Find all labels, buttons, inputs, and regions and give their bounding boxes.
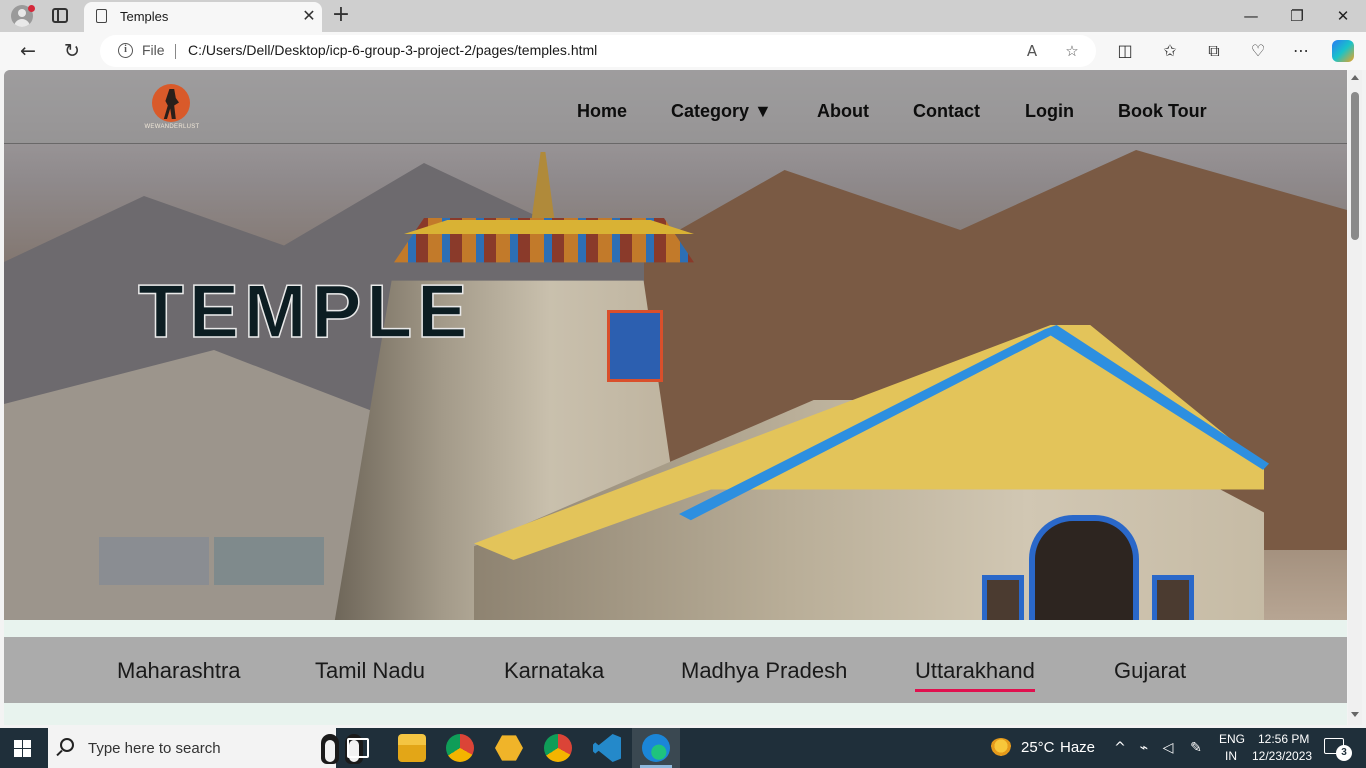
category-tamil-nadu[interactable]: Tamil Nadu bbox=[315, 658, 425, 684]
app-hexagon-icon[interactable] bbox=[495, 735, 523, 761]
clock-date[interactable]: 12/23/2023 bbox=[1252, 749, 1312, 763]
favorite-star-icon[interactable]: ☆ bbox=[1062, 41, 1082, 61]
browser-tab-temples[interactable]: Temples ✕ bbox=[84, 2, 322, 32]
favorites-icon[interactable]: ✩ bbox=[1159, 40, 1181, 62]
clock-time[interactable]: 12:56 PM bbox=[1258, 732, 1309, 746]
browser-essentials-icon[interactable]: ♡ bbox=[1247, 40, 1269, 62]
weather-condition[interactable]: Haze bbox=[1060, 739, 1095, 756]
search-icon bbox=[60, 738, 74, 752]
split-screen-icon[interactable]: ◫ bbox=[1114, 40, 1136, 62]
address-bar[interactable]: i File C:/Users/Dell/Desktop/icp-6-group… bbox=[100, 35, 1096, 67]
url-text[interactable]: C:/Users/Dell/Desktop/icp-6-group-3-proj… bbox=[188, 42, 597, 58]
taskbar-search[interactable]: Type here to search bbox=[48, 728, 363, 768]
temple-shrine bbox=[607, 310, 663, 382]
nav-book-tour[interactable]: Book Tour bbox=[1118, 101, 1207, 122]
hut bbox=[214, 537, 324, 585]
read-aloud-icon[interactable]: A bbox=[1022, 41, 1042, 61]
profile-notification-dot bbox=[28, 5, 35, 12]
page-scrollbar[interactable] bbox=[1348, 70, 1362, 725]
weather-temp[interactable]: 25°C bbox=[1021, 739, 1055, 756]
language-code[interactable]: ENG bbox=[1219, 732, 1245, 746]
minimize-button[interactable]: — bbox=[1236, 4, 1266, 28]
volume-muted-icon[interactable]: ◁ bbox=[1159, 738, 1177, 758]
copilot-icon[interactable] bbox=[1332, 40, 1354, 62]
restore-button[interactable]: ❐ bbox=[1282, 4, 1312, 28]
search-placeholder: Type here to search bbox=[88, 740, 221, 757]
tab-strip: Temples ✕ + — ❐ ✕ bbox=[0, 0, 1366, 32]
temple-side-door bbox=[982, 575, 1024, 620]
tab-title: Temples bbox=[120, 9, 169, 24]
chevron-up-icon[interactable]: ^ bbox=[1111, 738, 1129, 758]
tab-actions-icon[interactable] bbox=[52, 8, 68, 23]
page-file-icon bbox=[96, 9, 107, 23]
weather-haze-icon[interactable] bbox=[990, 738, 1012, 758]
category-strip: Maharashtra Tamil Nadu Karnataka Madhya … bbox=[4, 637, 1347, 703]
nav-category[interactable]: Category ▼ bbox=[671, 101, 772, 122]
category-maharashtra[interactable]: Maharashtra bbox=[117, 658, 241, 684]
new-tab-button[interactable]: + bbox=[330, 4, 352, 26]
logo-text: WEWANDERLUST bbox=[144, 124, 200, 130]
collections-icon[interactable]: ⧉ bbox=[1203, 40, 1225, 62]
windows-taskbar: Type here to search 25°C Haze ^ ⌁ ◁ ✎ EN… bbox=[0, 728, 1366, 768]
temple-door bbox=[1029, 515, 1139, 620]
windows-start-icon[interactable] bbox=[14, 740, 31, 757]
category-uttarakhand[interactable]: Uttarakhand bbox=[915, 658, 1035, 692]
chrome-icon[interactable] bbox=[446, 734, 474, 762]
more-icon[interactable]: ⋯ bbox=[1290, 40, 1312, 62]
scroll-up-icon[interactable] bbox=[1351, 75, 1359, 80]
file-explorer-icon[interactable] bbox=[398, 734, 426, 762]
nav-login[interactable]: Login bbox=[1025, 101, 1074, 122]
edge-icon[interactable] bbox=[642, 734, 670, 762]
penguin-icon bbox=[321, 734, 339, 764]
scheme-label: File bbox=[142, 42, 165, 58]
temple-spire bbox=[531, 152, 555, 224]
site-info-icon[interactable]: i bbox=[118, 43, 133, 58]
scroll-thumb[interactable] bbox=[1351, 92, 1359, 240]
hut bbox=[99, 537, 209, 585]
category-madhya-pradesh[interactable]: Madhya Pradesh bbox=[681, 658, 847, 684]
nav-about[interactable]: About bbox=[817, 101, 869, 122]
temple-side-door bbox=[1152, 575, 1194, 620]
close-window-button[interactable]: ✕ bbox=[1328, 4, 1358, 28]
address-divider bbox=[175, 44, 176, 59]
temple-tower-cap bbox=[404, 220, 694, 234]
reload-button[interactable]: ↻ bbox=[60, 39, 84, 63]
notification-count-badge: 3 bbox=[1336, 745, 1352, 761]
close-tab-icon[interactable]: ✕ bbox=[300, 6, 318, 26]
hero-title: TEMPLE bbox=[137, 268, 473, 354]
pen-icon[interactable]: ✎ bbox=[1187, 738, 1205, 758]
vscode-icon[interactable] bbox=[593, 734, 621, 762]
task-view-icon[interactable] bbox=[347, 738, 369, 758]
category-karnataka[interactable]: Karnataka bbox=[504, 658, 604, 684]
page-viewport: WEWANDERLUST Home Category ▼ About Conta… bbox=[4, 70, 1347, 725]
back-button[interactable]: ← bbox=[16, 39, 40, 63]
network-icon[interactable]: ⌁ bbox=[1135, 738, 1153, 758]
scroll-down-icon[interactable] bbox=[1351, 712, 1359, 717]
nav-home[interactable]: Home bbox=[577, 101, 627, 122]
site-navbar: WEWANDERLUST Home Category ▼ About Conta… bbox=[4, 70, 1347, 144]
site-logo[interactable]: WEWANDERLUST bbox=[144, 84, 199, 142]
address-toolbar: ← ↻ i File C:/Users/Dell/Desktop/icp-6-g… bbox=[0, 32, 1366, 70]
category-gujarat[interactable]: Gujarat bbox=[1114, 658, 1186, 684]
language-region[interactable]: IN bbox=[1225, 749, 1237, 763]
chrome-profile-icon[interactable] bbox=[544, 734, 572, 762]
nav-contact[interactable]: Contact bbox=[913, 101, 980, 122]
